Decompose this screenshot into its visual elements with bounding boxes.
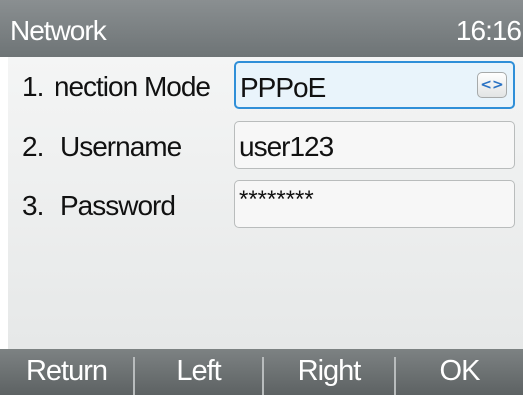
- row-number: 3.: [22, 190, 44, 221]
- password-field[interactable]: ********: [234, 180, 515, 228]
- left-right-arrow-icon[interactable]: <>: [477, 72, 507, 98]
- row-number: 1.: [22, 71, 44, 102]
- username-value: user123: [239, 131, 334, 162]
- clock: 16:16: [455, 15, 522, 46]
- setting-label: Connection Mode: [56, 71, 210, 102]
- right-softkey[interactable]: Right: [264, 349, 394, 395]
- softkey-bar: Return Left Right OK: [0, 349, 523, 395]
- return-softkey[interactable]: Return: [0, 349, 133, 395]
- page-title: Network: [10, 15, 107, 46]
- left-edge: [0, 57, 8, 349]
- settings-list: 1. Connection Mode PPPoE <> 2. Username …: [8, 57, 523, 349]
- title-bar: Network 16:16: [0, 0, 523, 57]
- setting-label: Username: [60, 131, 182, 162]
- connection-mode-value: PPPoE: [240, 72, 326, 103]
- setting-row-username[interactable]: 2. Username user123: [8, 117, 523, 171]
- phone-screen: Network 16:16 1. Connection Mode PPPoE <…: [0, 0, 523, 395]
- setting-row-connection-mode[interactable]: 1. Connection Mode PPPoE <>: [8, 57, 523, 111]
- password-value: ********: [239, 186, 314, 213]
- connection-mode-select[interactable]: PPPoE <>: [234, 61, 515, 109]
- setting-row-password[interactable]: 3. Password ********: [8, 176, 523, 230]
- username-field[interactable]: user123: [234, 121, 515, 169]
- setting-label: Password: [60, 190, 176, 221]
- left-softkey[interactable]: Left: [135, 349, 262, 395]
- row-number: 2.: [22, 131, 44, 162]
- ok-softkey[interactable]: OK: [396, 349, 523, 395]
